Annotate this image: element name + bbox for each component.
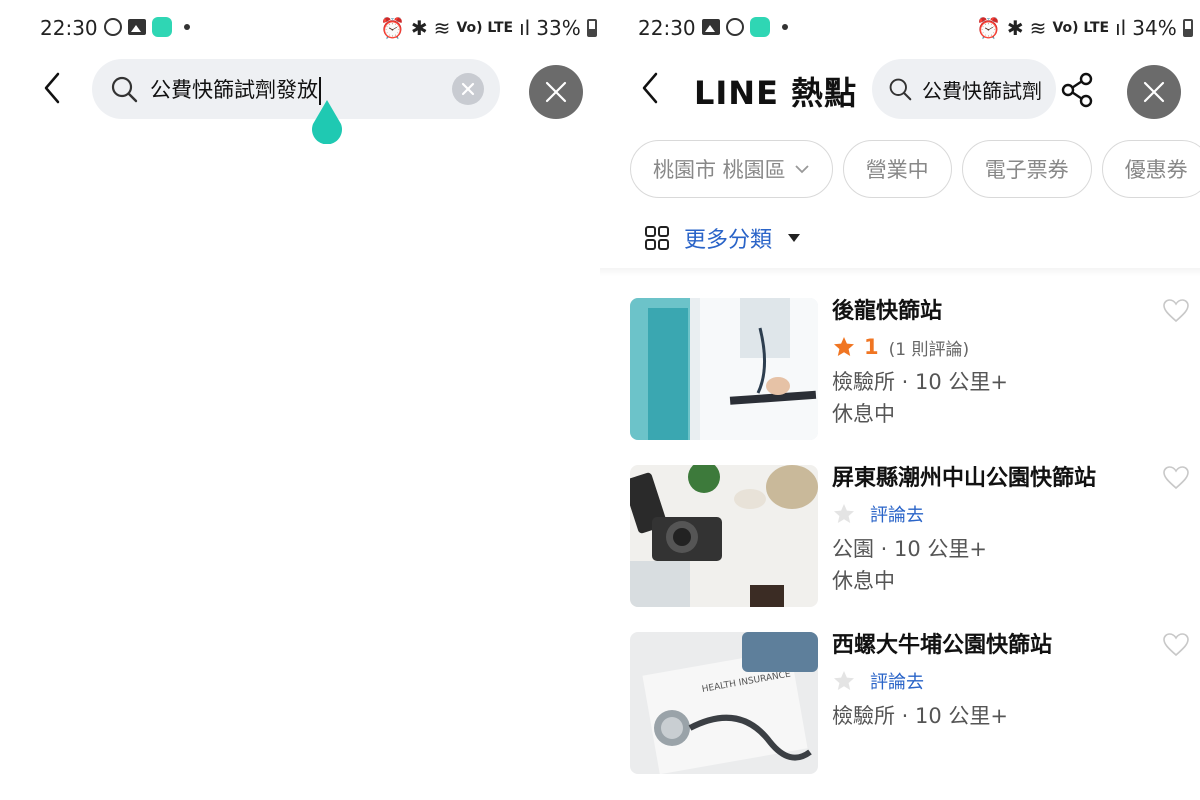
data-saver-icon <box>726 18 744 36</box>
bluetooth-icon: ✱ <box>410 16 428 40</box>
rating-row: 評論去 <box>832 668 1150 694</box>
text-cursor-handle[interactable] <box>310 100 344 144</box>
wifi-icon: ≋ <box>433 16 451 40</box>
bluetooth-icon: ✱ <box>1006 16 1024 40</box>
search-icon <box>111 76 138 103</box>
result-item[interactable]: HEALTH INSURANCE 西螺大牛埔公園快篩站 評論去 檢驗所 · 10… <box>630 632 1190 774</box>
filter-chips: 桃園市 桃園區 營業中 電子票券 優惠券 <box>630 140 1200 198</box>
search-results-screen: 22:30 ⏰ ✱ ≋ Vo) LTE ıl 34% LINE 熱點 公費快篩試… <box>600 0 1200 800</box>
more-notifications-dot-icon <box>184 24 190 30</box>
rating-value: 1 <box>864 335 879 359</box>
back-button[interactable] <box>38 68 68 108</box>
grid-icon <box>645 226 669 250</box>
filter-chip-label: 優惠券 <box>1124 158 1188 182</box>
rating-row: 評論去 <box>832 501 1150 527</box>
page-title: LINE 熱點 <box>694 74 858 112</box>
desk-camera-image <box>630 465 818 607</box>
location-filter-chip[interactable]: 桃園市 桃園區 <box>630 140 833 198</box>
search-screen-left: 22:30 ⏰ ✱ ≋ Vo) LTE ıl 33% 公費快篩試劑發放 <box>0 0 600 800</box>
result-thumbnail <box>630 465 818 607</box>
favorite-heart-icon[interactable] <box>1162 465 1190 491</box>
data-saver-icon <box>104 18 122 36</box>
stethoscope-insurance-image: HEALTH INSURANCE <box>630 632 818 774</box>
battery-percent: 33% <box>536 16 581 40</box>
close-icon <box>1143 81 1165 103</box>
star-filled-icon <box>834 337 854 356</box>
filter-chip-label: 營業中 <box>865 158 929 182</box>
status-time: 22:30 <box>40 16 98 40</box>
clear-search-button[interactable] <box>452 73 484 105</box>
medical-staff-image <box>630 298 818 440</box>
favorite-heart-icon[interactable] <box>1162 298 1190 324</box>
review-count: (1 則評論) <box>888 339 970 360</box>
clear-x-icon <box>461 82 475 96</box>
status-bar: 22:30 ⏰ ✱ ≋ Vo) LTE ıl 33% <box>0 0 600 60</box>
search-icon <box>889 78 912 101</box>
close-button[interactable] <box>1127 65 1181 119</box>
battery-icon <box>1182 19 1193 37</box>
share-icon <box>1061 72 1093 108</box>
chevron-left-icon <box>642 72 658 104</box>
result-info: 西螺大牛埔公園快篩站 評論去 檢驗所 · 10 公里+ <box>832 632 1150 730</box>
write-review-link[interactable]: 評論去 <box>870 668 924 694</box>
wifi-icon: ≋ <box>1029 16 1047 40</box>
location-filter-label: 桃園市 桃園區 <box>653 158 786 182</box>
alarm-icon: ⏰ <box>976 16 1001 40</box>
search-query-text: 公費快篩試劑 <box>922 78 1042 103</box>
app-notification-icon <box>152 17 172 37</box>
filter-chip-e-ticket[interactable]: 電子票券 <box>961 140 1092 198</box>
search-input[interactable]: 公費快篩試劑 <box>872 59 1056 119</box>
favorite-heart-icon[interactable] <box>1162 632 1190 658</box>
app-notification-icon <box>750 17 770 37</box>
result-status: 休息中 <box>832 402 895 426</box>
search-query-text: 公費快篩試劑發放 <box>150 74 321 105</box>
result-meta: 公園 · 10 公里+ <box>832 537 988 561</box>
result-item[interactable]: 後龍快篩站 1 (1 則評論) 檢驗所 · 10 公里+ 休息中 <box>630 298 1190 440</box>
gallery-icon <box>702 19 720 35</box>
result-info: 屏東縣潮州中山公園快篩站 評論去 公園 · 10 公里+ 休息中 <box>832 465 1150 595</box>
result-meta: 檢驗所 · 10 公里+ <box>832 370 1009 394</box>
result-thumbnail: HEALTH INSURANCE <box>630 632 818 774</box>
filter-chip-open-now[interactable]: 營業中 <box>842 140 952 198</box>
battery-icon <box>586 19 597 37</box>
signal-icon: ıl <box>519 16 531 40</box>
filter-chip-coupon[interactable]: 優惠券 <box>1101 140 1200 198</box>
result-status: 休息中 <box>832 569 895 593</box>
write-review-link[interactable]: 評論去 <box>870 501 924 527</box>
result-name: 西螺大牛埔公園快篩站 <box>832 633 1053 658</box>
filter-chip-label: 電子票券 <box>984 158 1069 182</box>
close-button[interactable] <box>529 65 583 119</box>
result-thumbnail <box>630 298 818 440</box>
section-divider <box>600 268 1200 276</box>
result-meta: 檢驗所 · 10 公里+ <box>832 704 1009 728</box>
star-empty-icon <box>834 671 854 690</box>
dropdown-arrow-icon <box>788 234 801 242</box>
status-time: 22:30 <box>638 16 696 40</box>
star-empty-icon <box>834 504 854 523</box>
result-info: 後龍快篩站 1 (1 則評論) 檢驗所 · 10 公里+ 休息中 <box>832 298 1150 428</box>
chevron-left-icon <box>44 72 60 104</box>
more-notifications-dot-icon <box>782 24 788 30</box>
more-categories-label: 更多分類 <box>684 228 773 253</box>
battery-percent: 34% <box>1132 16 1177 40</box>
status-bar: 22:30 ⏰ ✱ ≋ Vo) LTE ıl 34% <box>600 0 1200 60</box>
chevron-down-icon <box>795 165 809 174</box>
alarm-icon: ⏰ <box>380 16 405 40</box>
result-item[interactable]: 屏東縣潮州中山公園快篩站 評論去 公園 · 10 公里+ 休息中 <box>630 465 1190 607</box>
share-button[interactable] <box>1060 72 1094 108</box>
rating-row: 1 (1 則評論) <box>832 334 1150 360</box>
close-icon <box>545 81 567 103</box>
search-input[interactable]: 公費快篩試劑發放 <box>92 59 500 119</box>
result-name: 後龍快篩站 <box>832 299 943 324</box>
signal-icon: ıl <box>1115 16 1127 40</box>
gallery-icon <box>128 19 146 35</box>
result-name: 屏東縣潮州中山公園快篩站 <box>832 466 1097 491</box>
volte-label: Vo) LTE <box>456 20 514 36</box>
volte-label: Vo) LTE <box>1052 20 1110 36</box>
back-button[interactable] <box>636 68 666 108</box>
more-categories-button[interactable]: 更多分類 <box>644 222 801 254</box>
